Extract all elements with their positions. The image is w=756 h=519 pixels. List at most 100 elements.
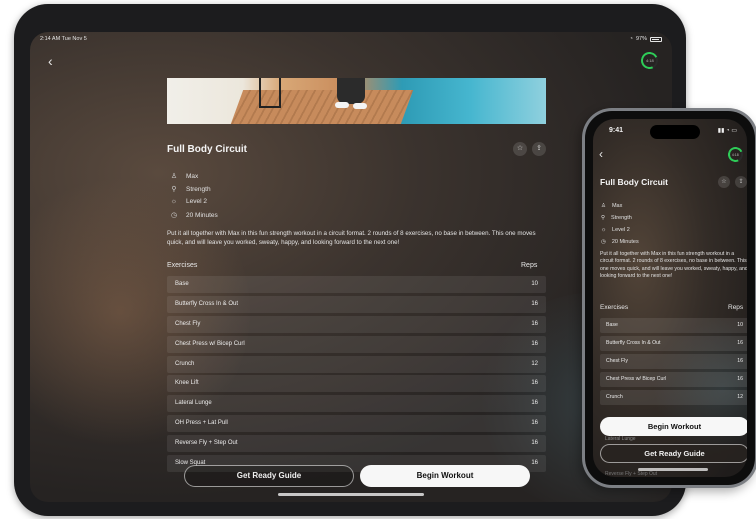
share-icon[interactable]: ⇪ [532, 142, 546, 156]
iphone-bezel: 9:41 ▮▮ ◔ ▭ ‹ 4:18 Full Body Circuit ☆ ⇪… [585, 111, 755, 485]
ring-label: 4:18 [732, 152, 739, 157]
level-icon: ☼ [601, 227, 607, 233]
exercise-row[interactable]: Base 10 [600, 318, 747, 333]
exercise-row[interactable]: Chest Fly 16 [167, 315, 546, 333]
exercise-reps: 12 [531, 360, 538, 367]
activity-ring-icon[interactable]: 4:18 [638, 49, 661, 72]
home-indicator[interactable] [278, 493, 424, 496]
dynamic-island [650, 125, 700, 139]
exercise-name: Lateral Lunge [175, 400, 212, 407]
exercise-name: Base [606, 322, 618, 328]
status-indicators: ◔ 97% [630, 36, 662, 42]
clock-icon: ◷ [601, 239, 606, 245]
workout-description: Put it all together with Max in this fun… [600, 251, 747, 279]
exercise-row[interactable]: OH Press + Lat Pull 16 [167, 415, 546, 433]
status-time: 2:14 AM Tue Nov 5 [40, 36, 87, 42]
exercise-row[interactable]: Crunch 12 [600, 390, 747, 405]
workout-title: Full Body Circuit [167, 144, 247, 155]
exercise-list: Base 10 Butterfly Cross In & Out 16 Chest … [167, 276, 546, 475]
signal-wifi-battery-icon: ▮▮ ◔ ▭ [717, 128, 737, 134]
hero-stool [259, 78, 281, 108]
meta-category: ⚲ Strength [170, 185, 211, 194]
dumbbell-icon: ⚲ [601, 215, 606, 221]
reps-header: Reps [521, 262, 538, 269]
status-bar: 2:14 AM Tue Nov 5 ◔ 97% [40, 36, 662, 46]
exercise-name: Base [175, 281, 189, 287]
ipad-screen: 2:14 AM Tue Nov 5 ◔ 97% ‹ 4:18 Full Body… [30, 32, 672, 502]
exercise-name-obscured: Lateral Lunge [605, 436, 636, 442]
meta-text: Max [611, 203, 623, 209]
meta-text: Level 2 [186, 198, 207, 205]
share-icon[interactable]: ⇪ [735, 176, 747, 188]
exercise-reps: 10 [531, 281, 538, 287]
person-icon: ♙ [170, 173, 178, 180]
exercise-reps: 16 [737, 376, 743, 382]
exercise-reps: 16 [531, 460, 538, 467]
exercise-row[interactable]: Knee Lift 16 [167, 375, 546, 393]
begin-workout-button[interactable]: Begin Workout [360, 465, 530, 487]
status-time: 9:41 [609, 127, 624, 134]
exercise-reps: 16 [531, 300, 538, 307]
exercise-row[interactable]: Butterfly Cross In & Out 16 [167, 295, 546, 313]
get-ready-guide-button[interactable]: Get Ready Guide [184, 465, 354, 487]
exercise-name-obscured: Reverse Fly + Step Out [605, 471, 658, 477]
meta-text: 20 Minutes [186, 211, 218, 219]
exercise-name: Crunch [175, 360, 195, 367]
exercise-row[interactable]: Base 10 [167, 276, 546, 293]
hero-legs [337, 78, 365, 104]
exercise-name: Chest Press w/ Bicep Curl [175, 340, 245, 347]
meta-instructor: ♙ Max [170, 172, 198, 181]
home-indicator[interactable] [638, 468, 708, 471]
exercise-row[interactable]: Butterfly Cross In & Out 16 [600, 336, 747, 351]
exercise-list: Base 10 Butterfly Cross In & Out 16 Chest … [600, 318, 747, 408]
exercise-name: Crunch [606, 394, 623, 400]
get-ready-guide-button[interactable]: Get Ready Guide [600, 444, 747, 463]
meta-text: Strength [186, 185, 211, 193]
exercise-row[interactable]: Chest Fly 16 [600, 354, 747, 369]
wifi-icon: ◔ [629, 36, 633, 42]
exercise-name: Chest Fly [606, 358, 628, 364]
exercise-row[interactable]: Chest Press w/ Bicep Curl 16 [167, 335, 546, 353]
exercise-row[interactable]: Lateral Lunge 16 [167, 395, 546, 413]
dumbbell-icon: ⚲ [171, 186, 177, 193]
exercise-row[interactable]: Chest Press w/ Bicep Curl 16 [600, 372, 747, 387]
hero-shoe [353, 103, 367, 109]
hero-shoe [335, 102, 349, 108]
back-chevron-icon[interactable]: ‹ [48, 54, 58, 68]
exercises-header: Exercises [600, 304, 629, 311]
exercise-reps: 16 [531, 440, 538, 447]
meta-text: Strength [611, 215, 632, 221]
star-icon[interactable]: ☆ [513, 142, 527, 156]
exercise-name: Butterfly Cross In & Out [606, 340, 661, 346]
exercise-name: Knee Lift [175, 380, 199, 387]
star-icon[interactable]: ☆ [718, 176, 730, 188]
device-showcase: 2:14 AM Tue Nov 5 ◔ 97% ‹ 4:18 Full Body… [0, 0, 756, 519]
exercise-name: Chest Press w/ Bicep Curl [606, 376, 667, 382]
clock-icon: ◷ [170, 212, 178, 219]
meta-level: ☼ Level 2 [601, 227, 630, 233]
level-icon: ☼ [170, 198, 178, 205]
meta-category: ⚲ Strength [601, 215, 632, 221]
ring-label: 4:18 [645, 57, 654, 63]
exercise-row[interactable]: Crunch 12 [167, 355, 546, 373]
exercise-reps: 16 [531, 320, 538, 327]
exercise-reps: 16 [531, 400, 538, 407]
exercise-name: Chest Fly [175, 320, 201, 327]
meta-text: Level 2 [612, 227, 630, 233]
iphone-device: 9:41 ▮▮ ◔ ▭ ‹ 4:18 Full Body Circuit ☆ ⇪… [582, 108, 756, 488]
battery-icon [650, 36, 662, 42]
exercise-name: OH Press + Lat Pull [175, 420, 228, 427]
activity-ring-icon[interactable]: 4:18 [725, 144, 746, 165]
workout-title: Full Body Circuit [600, 177, 668, 187]
back-chevron-icon[interactable]: ‹ [599, 147, 603, 161]
begin-workout-button[interactable]: Begin Workout [600, 417, 747, 436]
meta-level: ☼ Level 2 [170, 198, 207, 205]
exercise-name: Butterfly Cross In & Out [175, 300, 239, 307]
battery-percent: 97% [635, 36, 647, 42]
exercise-reps: 10 [737, 322, 743, 328]
exercise-reps: 16 [737, 340, 743, 346]
exercise-reps: 16 [737, 358, 743, 364]
reps-header: Reps [728, 304, 744, 311]
exercise-row[interactable]: Reverse Fly + Step Out 16 [167, 435, 546, 453]
exercise-reps: 16 [531, 420, 538, 427]
